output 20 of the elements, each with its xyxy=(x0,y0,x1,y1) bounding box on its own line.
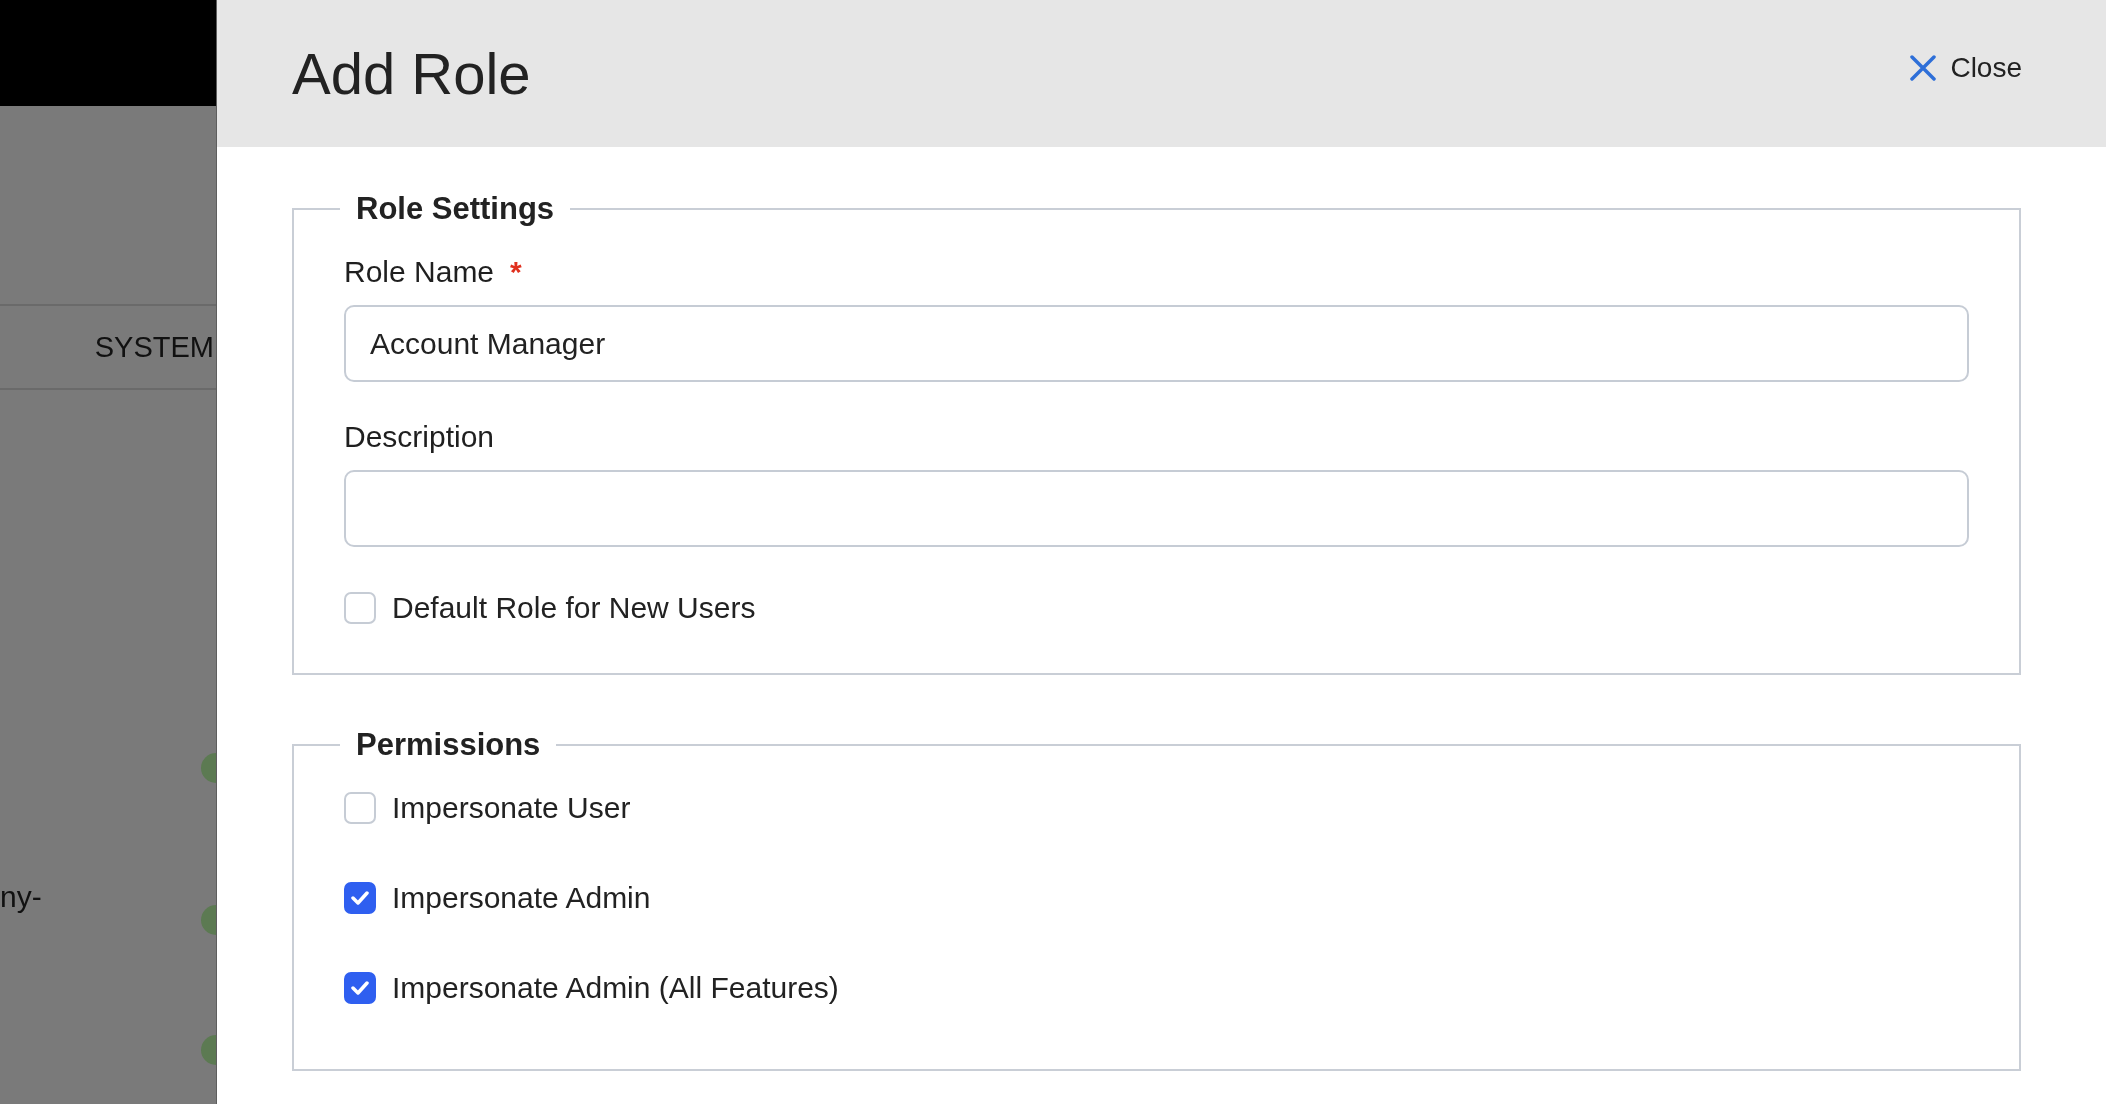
field-label: Description xyxy=(344,420,495,454)
checkbox-label[interactable]: Impersonate Admin (All Features) xyxy=(392,971,839,1005)
close-button[interactable]: Close xyxy=(1910,51,2022,84)
checkbox[interactable] xyxy=(344,882,376,914)
required-mark: * xyxy=(510,255,522,289)
close-icon xyxy=(1910,54,1937,81)
input-field[interactable] xyxy=(344,470,1969,547)
group-title: Role Settings xyxy=(355,191,556,227)
text-fragment: ny- xyxy=(0,880,42,914)
checkbox[interactable] xyxy=(344,972,376,1004)
check-icon xyxy=(351,981,369,995)
checkbox-label[interactable]: Default Role for New Users xyxy=(392,591,756,625)
input-field[interactable]: Account Manager xyxy=(344,305,1969,382)
tab[interactable]: SYSTEM xyxy=(94,330,216,364)
field-label: Role Name xyxy=(344,255,495,289)
checkbox-label[interactable]: Impersonate User xyxy=(392,791,631,825)
check-icon xyxy=(351,891,369,905)
group-title: Permissions xyxy=(355,727,542,763)
checkbox-label[interactable]: Impersonate Admin xyxy=(392,881,651,915)
panel-title: Add Role xyxy=(292,40,531,107)
